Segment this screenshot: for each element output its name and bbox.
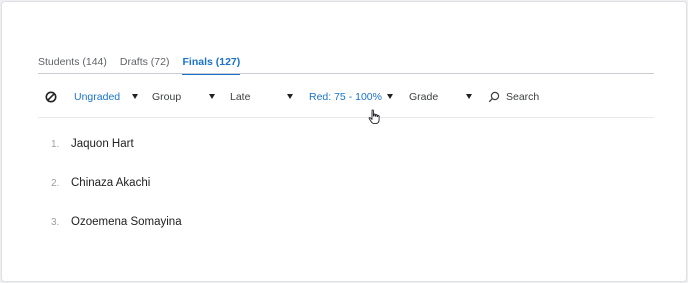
list-item[interactable]: 3. Ozoemena Somayina (38, 216, 438, 232)
list-item-number: 3. (51, 217, 60, 228)
list-item-number: 1. (51, 139, 60, 150)
toolbar-divider (38, 117, 654, 118)
list-item[interactable]: 1. Jaquon Hart (38, 138, 438, 154)
student-name: Chinaza Akachi (71, 177, 151, 189)
chevron-down-icon (209, 94, 215, 99)
tabs-divider (38, 73, 654, 74)
grade-filter-dropdown[interactable]: Grade (409, 90, 473, 104)
status-filter-dropdown[interactable]: Ungraded (74, 90, 138, 104)
list-item[interactable]: 2. Chinaza Akachi (38, 177, 438, 193)
chevron-down-icon (287, 94, 293, 99)
group-filter-label: Group (152, 91, 182, 103)
status-filter-label: Ungraded (74, 91, 121, 103)
red-range-filter-label: Red: 75 - 100% (309, 91, 382, 103)
group-filter-dropdown[interactable]: Group (152, 90, 216, 104)
student-name: Jaquon Hart (71, 138, 134, 150)
late-filter-dropdown[interactable]: Late (230, 90, 294, 104)
chevron-down-icon (387, 94, 393, 99)
ban-icon[interactable] (45, 91, 57, 103)
chevron-down-icon (132, 94, 138, 99)
filter-toolbar: Ungraded Group Late Red: 75 - 100% Grade… (38, 86, 654, 108)
grade-filter-label: Grade (409, 91, 439, 103)
chevron-down-icon (466, 94, 472, 99)
red-range-filter-dropdown[interactable]: Red: 75 - 100% (309, 90, 395, 104)
tab-finals[interactable]: Finals (127) (182, 56, 240, 75)
search-button[interactable]: Search (488, 90, 548, 104)
student-name: Ozoemena Somayina (71, 216, 182, 228)
search-icon (488, 91, 500, 103)
tab-students[interactable]: Students (144) (38, 56, 107, 74)
tab-drafts[interactable]: Drafts (72) (120, 56, 170, 74)
hand-pointer-icon (368, 109, 380, 125)
search-label: Search (506, 91, 540, 103)
tab-bar: Students (144) Drafts (72) Finals (127) (38, 56, 253, 75)
list-item-number: 2. (51, 178, 60, 189)
late-filter-label: Late (230, 91, 251, 103)
